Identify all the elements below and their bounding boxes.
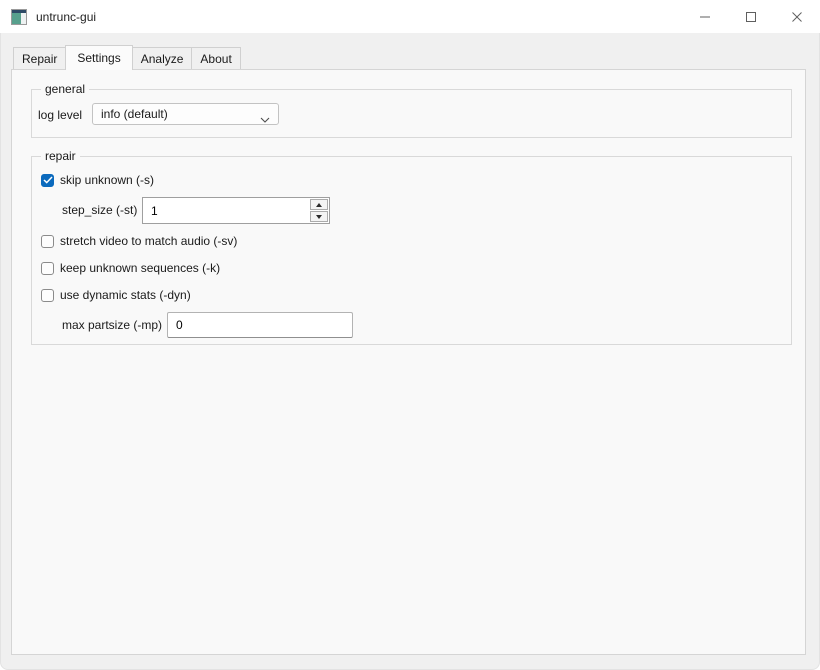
tab-analyze-label: Analyze: [140, 51, 184, 66]
minimize-icon: [700, 16, 710, 17]
keep-unknown-row: keep unknown sequences (-k): [41, 261, 220, 275]
tab-repair[interactable]: Repair: [13, 47, 67, 69]
repair-groupbox: repair skip unknown (-s) step_size (-st): [31, 149, 792, 345]
keep-unknown-label: keep unknown sequences (-k): [60, 261, 221, 275]
step-size-spin-buttons: [309, 198, 329, 223]
max-partsize-input[interactable]: [168, 313, 352, 337]
close-icon: [792, 11, 802, 22]
skip-unknown-row: skip unknown (-s): [41, 173, 154, 187]
keep-unknown-checkbox[interactable]: [41, 261, 54, 275]
max-partsize-field: [167, 312, 353, 338]
maximize-icon: [746, 11, 756, 22]
skip-unknown-label: skip unknown (-s): [60, 173, 155, 187]
arrow-up-icon: [316, 202, 322, 207]
general-groupbox: general log level info (default): [31, 82, 792, 138]
step-size-input[interactable]: [143, 198, 309, 223]
dynamic-stats-row: use dynamic stats (-dyn): [41, 288, 191, 302]
max-partsize-label: max partsize (-mp): [62, 318, 163, 332]
app-window: untrunc-gui Repair Settings Analyze Abou…: [0, 0, 820, 670]
close-button[interactable]: [774, 0, 820, 33]
general-group-title: general: [41, 82, 90, 96]
minimize-button[interactable]: [682, 0, 728, 33]
settings-pane: general log level info (default) repair: [11, 69, 806, 655]
tab-settings-label: Settings: [77, 51, 121, 65]
tab-settings[interactable]: Settings: [65, 45, 133, 70]
log-level-label: log level: [38, 108, 83, 122]
log-level-combobox[interactable]: info (default): [92, 103, 279, 125]
stretch-video-row: stretch video to match audio (-sv): [41, 234, 237, 248]
chevron-down-icon: [260, 112, 270, 126]
dynamic-stats-label: use dynamic stats (-dyn): [60, 288, 191, 302]
step-size-spinbox: [142, 197, 330, 224]
spin-down-button[interactable]: [310, 211, 328, 222]
dynamic-stats-checkbox[interactable]: [41, 288, 54, 302]
window-controls: [682, 0, 820, 33]
log-level-value: info (default): [101, 107, 168, 121]
title-bar: untrunc-gui: [0, 0, 820, 33]
skip-unknown-checkbox[interactable]: [41, 173, 54, 187]
arrow-down-icon: [316, 214, 322, 219]
step-size-label: step_size (-st): [62, 203, 138, 217]
tab-about-label: About: [200, 51, 232, 66]
stretch-video-checkbox[interactable]: [41, 234, 54, 248]
checkmark-icon: [42, 176, 53, 184]
tab-about[interactable]: About: [191, 47, 241, 69]
repair-group-title: repair: [41, 149, 80, 163]
tab-analyze[interactable]: Analyze: [131, 47, 193, 69]
stretch-video-label: stretch video to match audio (-sv): [60, 234, 238, 248]
app-icon: [11, 8, 27, 25]
tab-bar: Repair Settings Analyze About: [13, 44, 241, 70]
window-title: untrunc-gui: [36, 9, 97, 24]
maximize-button[interactable]: [728, 0, 774, 33]
tab-repair-label: Repair: [22, 51, 58, 66]
spin-up-button[interactable]: [310, 199, 328, 210]
